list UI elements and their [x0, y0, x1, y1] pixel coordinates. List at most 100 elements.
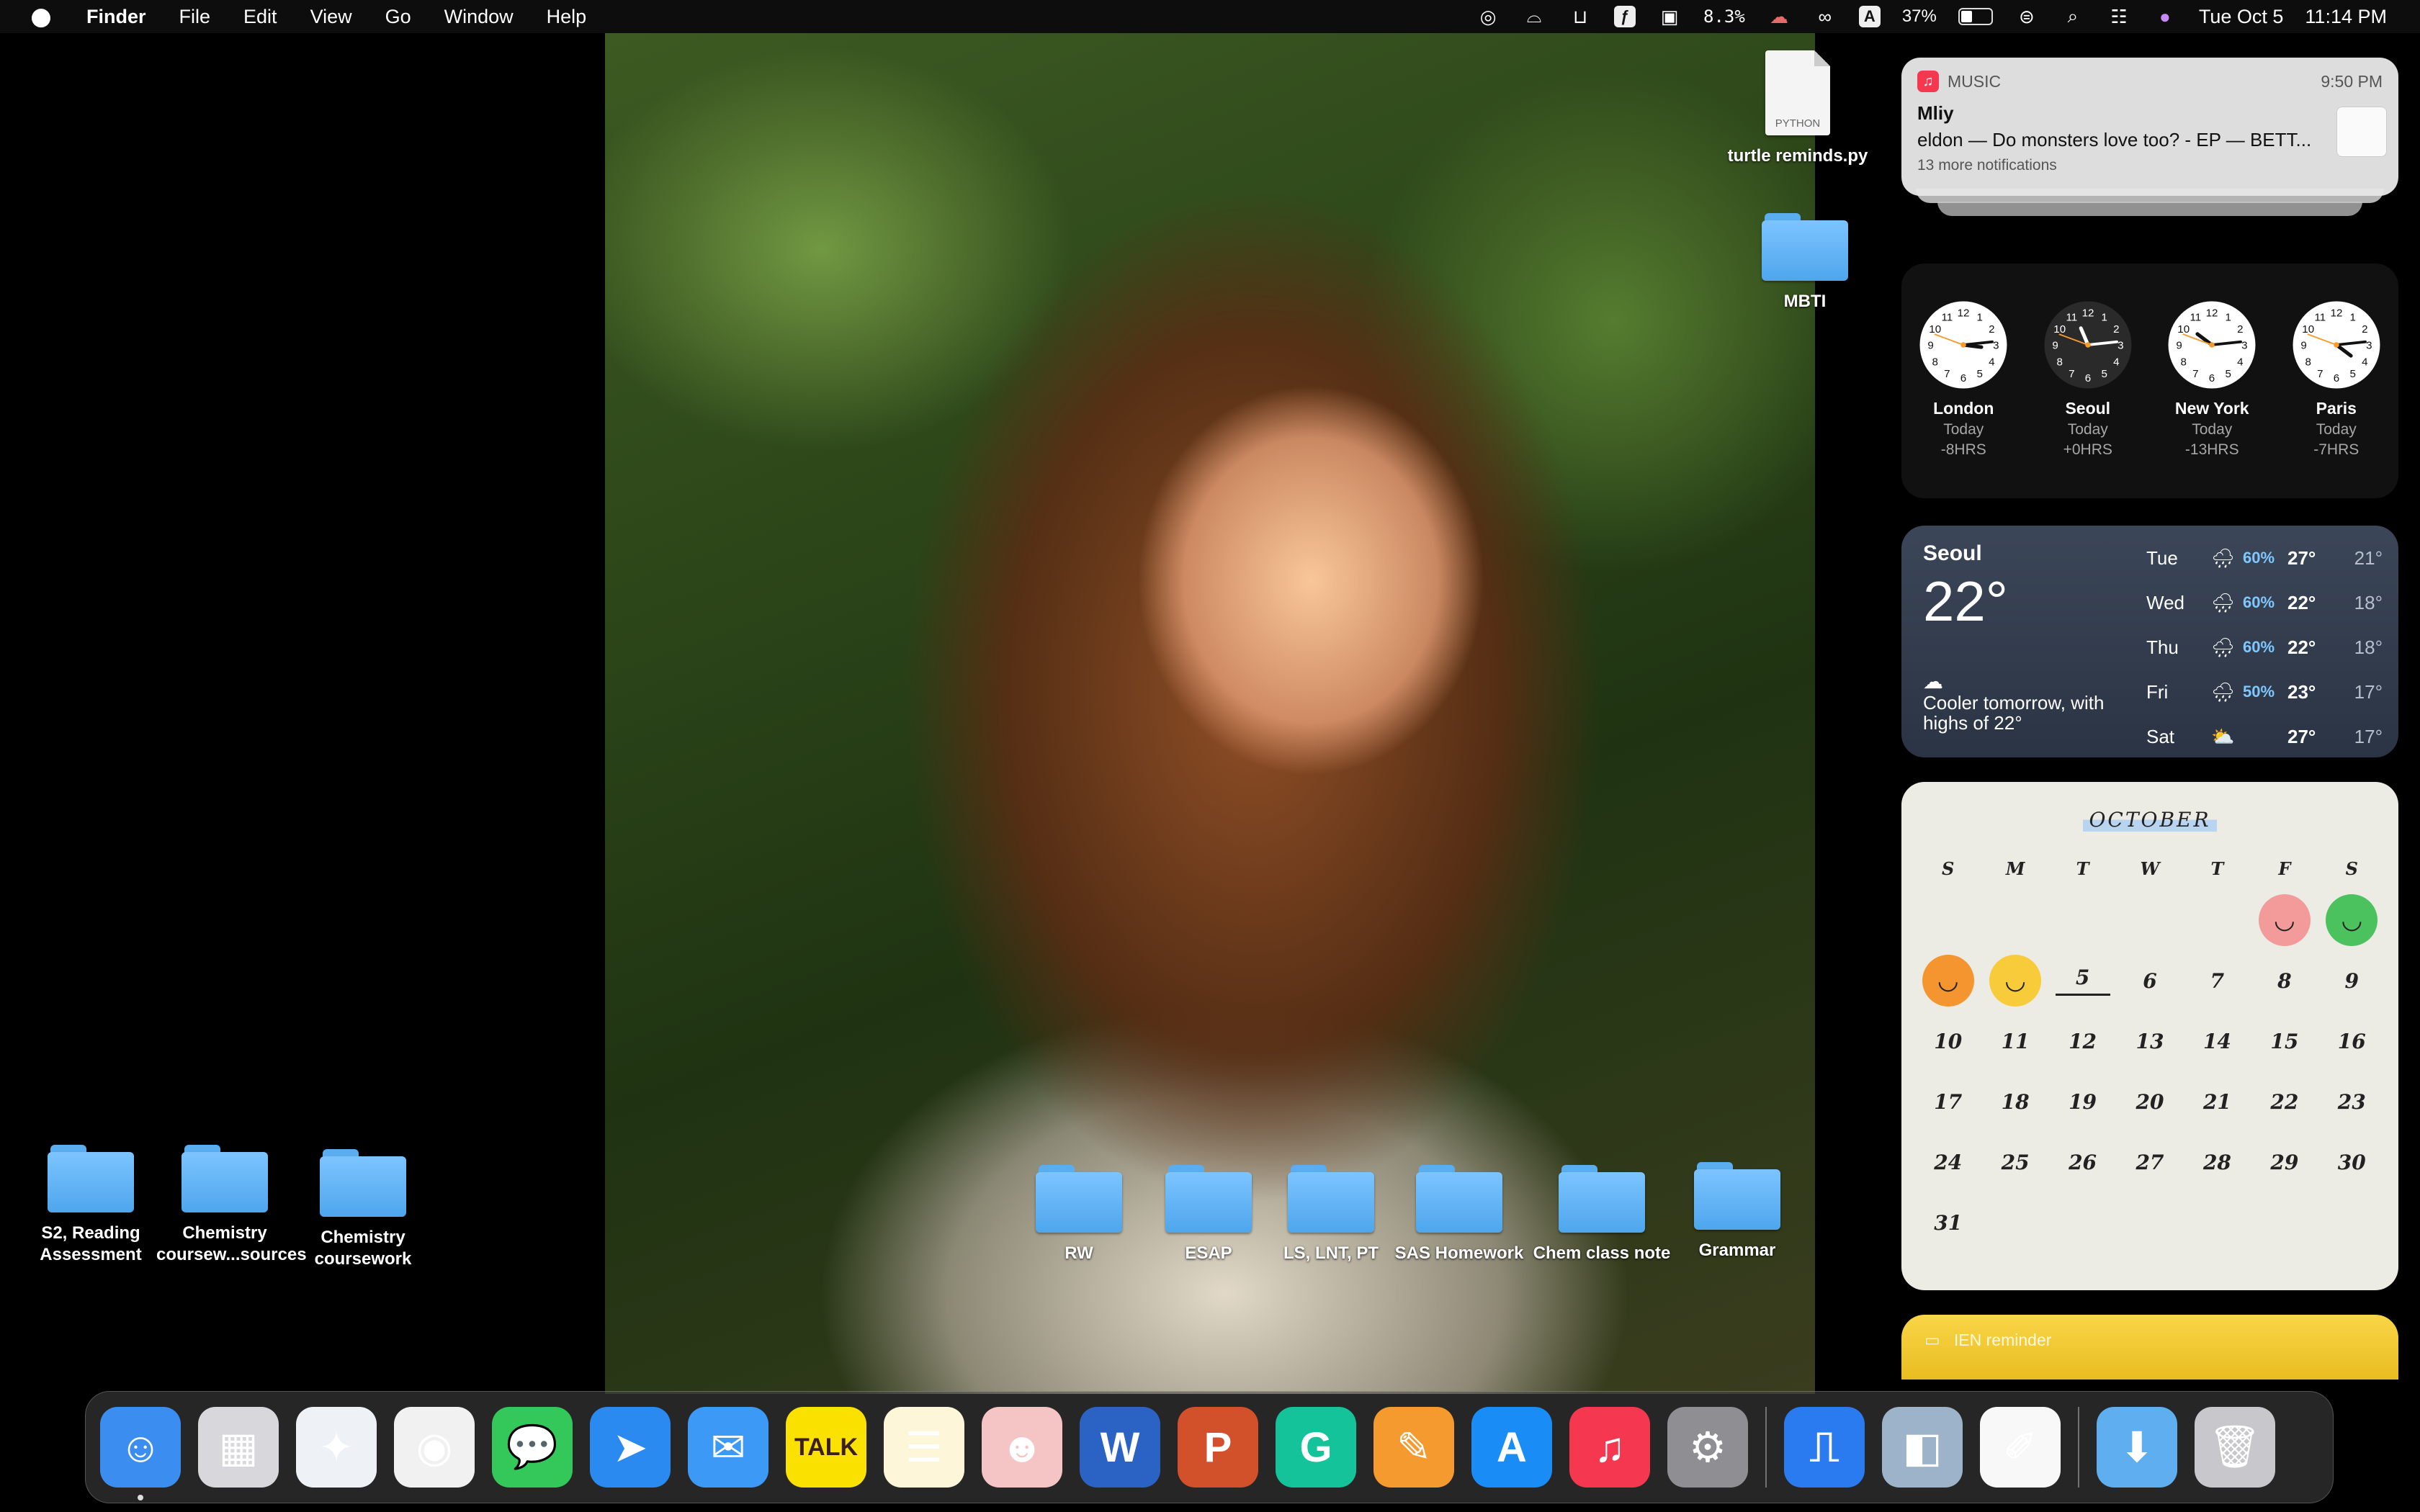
dock-app-store-icon[interactable]: A: [1471, 1407, 1552, 1488]
dock-mail-icon[interactable]: ✉: [688, 1407, 768, 1488]
reminder-widget[interactable]: ▭ IEN reminder: [1901, 1315, 2398, 1380]
clock-numeral: 1: [2226, 311, 2231, 323]
dock-system-preferences-icon[interactable]: ⚙: [1667, 1407, 1748, 1488]
clock-numeral: 4: [2362, 356, 2367, 368]
clock-numeral: 12: [2206, 307, 2218, 319]
world-clock-widget[interactable]: 1 2 3 4 5 6 7 8 9 10 11 12 London Today -8HRS 12345…: [1901, 264, 2398, 498]
calendar-day[interactable]: 14: [2184, 1011, 2251, 1071]
desktop-folder[interactable]: Chem class note: [1530, 1165, 1674, 1264]
desktop-folder[interactable]: S2, Reading Assessment: [19, 1145, 163, 1266]
hat-icon[interactable]: ⌓: [1522, 5, 1546, 27]
desktop-folder[interactable]: MBTI: [1733, 213, 1877, 312]
calendar-weekday: W: [2140, 858, 2160, 879]
calendar-day[interactable]: 20: [2116, 1071, 2183, 1132]
calendar-day[interactable]: 8: [2251, 950, 2318, 1011]
menu-file[interactable]: File: [179, 6, 211, 28]
calendar-day[interactable]: 15: [2251, 1011, 2318, 1071]
calendar-day[interactable]: 10: [1914, 1011, 1981, 1071]
glasses-icon[interactable]: ∞: [1813, 6, 1837, 27]
dock-messages-icon[interactable]: 💬: [492, 1407, 573, 1488]
calendar-day[interactable]: 12: [2049, 1011, 2116, 1071]
desktop-folder[interactable]: Grammar: [1665, 1162, 1809, 1261]
desktop-folder[interactable]: RW: [1007, 1165, 1151, 1264]
calendar-day[interactable]: 22: [2251, 1071, 2318, 1132]
spotlight-search-icon[interactable]: ⌕: [2061, 5, 2085, 27]
calendar-day[interactable]: 29: [2251, 1132, 2318, 1192]
dock-safari-icon[interactable]: ✦: [296, 1407, 377, 1488]
battery-percentage[interactable]: 37%: [1902, 6, 1937, 27]
cpu-icon[interactable]: ▣: [1657, 6, 1682, 27]
dock-trash-icon[interactable]: 🗑: [2195, 1407, 2275, 1488]
input-source-indicator[interactable]: A: [1858, 6, 1881, 27]
dock-powerpoint-icon[interactable]: P: [1178, 1407, 1258, 1488]
calendar-day[interactable]: 23: [2318, 1071, 2385, 1132]
calendar-day[interactable]: 11: [1981, 1011, 2048, 1071]
calendar-mood-day[interactable]: ◡: [2318, 890, 2385, 950]
calendar-mood-day[interactable]: ◡: [2251, 890, 2318, 950]
calendar-day[interactable]: 28: [2184, 1132, 2251, 1192]
calendar-mood-day[interactable]: ◡: [1914, 950, 1981, 1011]
dock-pages-icon[interactable]: ✎: [1373, 1407, 1454, 1488]
calendar-widget[interactable]: OCTOBER S M T W T F S ◡ ◡ ◡ ◡ 5 6 7 8 9 10 11 12 13 14 15 16 17…: [1901, 782, 2398, 1290]
calendar-day[interactable]: 21: [2184, 1071, 2251, 1132]
siri-icon[interactable]: ●: [2153, 6, 2177, 27]
menu-view[interactable]: View: [310, 6, 352, 28]
calendar-day[interactable]: 19: [2049, 1071, 2116, 1132]
desktop-file-turtle-reminds[interactable]: PYTHON turtle reminds.py: [1726, 50, 1870, 167]
calendar-day[interactable]: 27: [2116, 1132, 2183, 1192]
dock-keynote-icon[interactable]: ⎍: [1784, 1407, 1865, 1488]
dock-preview-icon[interactable]: ◧: [1882, 1407, 1963, 1488]
dock-downloads-icon[interactable]: ⬇: [2097, 1407, 2177, 1488]
calendar-day[interactable]: 31: [1914, 1192, 1981, 1253]
music-notification[interactable]: ♫ MUSIC 9:50 PM Mliy eldon — Do monsters…: [1901, 58, 2398, 196]
calendar-day[interactable]: 25: [1981, 1132, 2048, 1192]
dock-textedit-icon[interactable]: ✐: [1980, 1407, 2061, 1488]
menu-bar-date[interactable]: Tue Oct 5: [2199, 6, 2284, 28]
clock-numeral: 10: [1930, 323, 1942, 336]
dock-kakaotalk-icon[interactable]: TALK: [786, 1407, 866, 1488]
desktop-folder[interactable]: Chemistry coursew...sources: [153, 1145, 307, 1266]
calendar-day[interactable]: 26: [2049, 1132, 2116, 1192]
control-center-icon[interactable]: ☷: [2107, 6, 2131, 27]
dock-music-icon[interactable]: ♫: [1569, 1407, 1650, 1488]
dock-spark-icon[interactable]: ➤: [590, 1407, 671, 1488]
calendar-mood-day[interactable]: ◡: [1981, 950, 2048, 1011]
battery-icon[interactable]: [1958, 8, 1993, 25]
dock-grammarly-icon[interactable]: G: [1276, 1407, 1356, 1488]
menu-edit[interactable]: Edit: [243, 6, 277, 28]
desktop-folder[interactable]: LS, LNT, PT: [1259, 1165, 1403, 1264]
calendar-day[interactable]: 30: [2318, 1132, 2385, 1192]
calendar-day[interactable]: 6: [2116, 950, 2183, 1011]
calendar-day[interactable]: 17: [1914, 1071, 1981, 1132]
shazam-icon[interactable]: ◎: [1476, 6, 1500, 27]
desktop-folder[interactable]: SAS Homework: [1387, 1165, 1531, 1264]
dock-finder-icon[interactable]: ☺: [100, 1407, 181, 1500]
basket-icon[interactable]: ⊔: [1568, 6, 1592, 27]
calendar-empty-cell: [1981, 890, 2048, 950]
cloud-alert-icon[interactable]: ☁: [1767, 6, 1791, 27]
desktop-folder[interactable]: Chemistry coursework: [291, 1149, 435, 1270]
menu-bar-time[interactable]: 11:14 PM: [2305, 6, 2387, 28]
cpu-usage[interactable]: 8.3%: [1703, 6, 1745, 27]
menu-help[interactable]: Help: [547, 6, 587, 28]
dock-word-icon[interactable]: W: [1080, 1407, 1160, 1488]
dock-chrome-icon[interactable]: ◉: [394, 1407, 475, 1488]
app-menu[interactable]: Finder: [86, 6, 146, 28]
dock-launchpad-icon[interactable]: ▦: [198, 1407, 279, 1488]
notification-more[interactable]: 13 more notifications: [1917, 157, 2383, 174]
menu-go[interactable]: Go: [385, 6, 411, 28]
calendar-day[interactable]: 16: [2318, 1011, 2385, 1071]
calendar-today[interactable]: 5: [2049, 950, 2116, 1011]
calendar-day[interactable]: 7: [2184, 950, 2251, 1011]
calendar-day[interactable]: 13: [2116, 1011, 2183, 1071]
calendar-day[interactable]: 9: [2318, 950, 2385, 1011]
dock-stickers-icon[interactable]: ☻: [982, 1407, 1062, 1488]
weather-widget[interactable]: Seoul 22° ☁ Cooler tomorrow, with highs …: [1901, 526, 2398, 757]
link-icon[interactable]: ⊜: [2015, 6, 2039, 27]
menu-window[interactable]: Window: [444, 6, 514, 28]
apple-menu-icon[interactable]: ●: [29, 2, 53, 31]
calendar-day[interactable]: 24: [1914, 1132, 1981, 1192]
dock-notes-icon[interactable]: ☰: [884, 1407, 964, 1488]
app-shortcut-icon[interactable]: ƒ: [1614, 6, 1636, 27]
calendar-day[interactable]: 18: [1981, 1071, 2048, 1132]
